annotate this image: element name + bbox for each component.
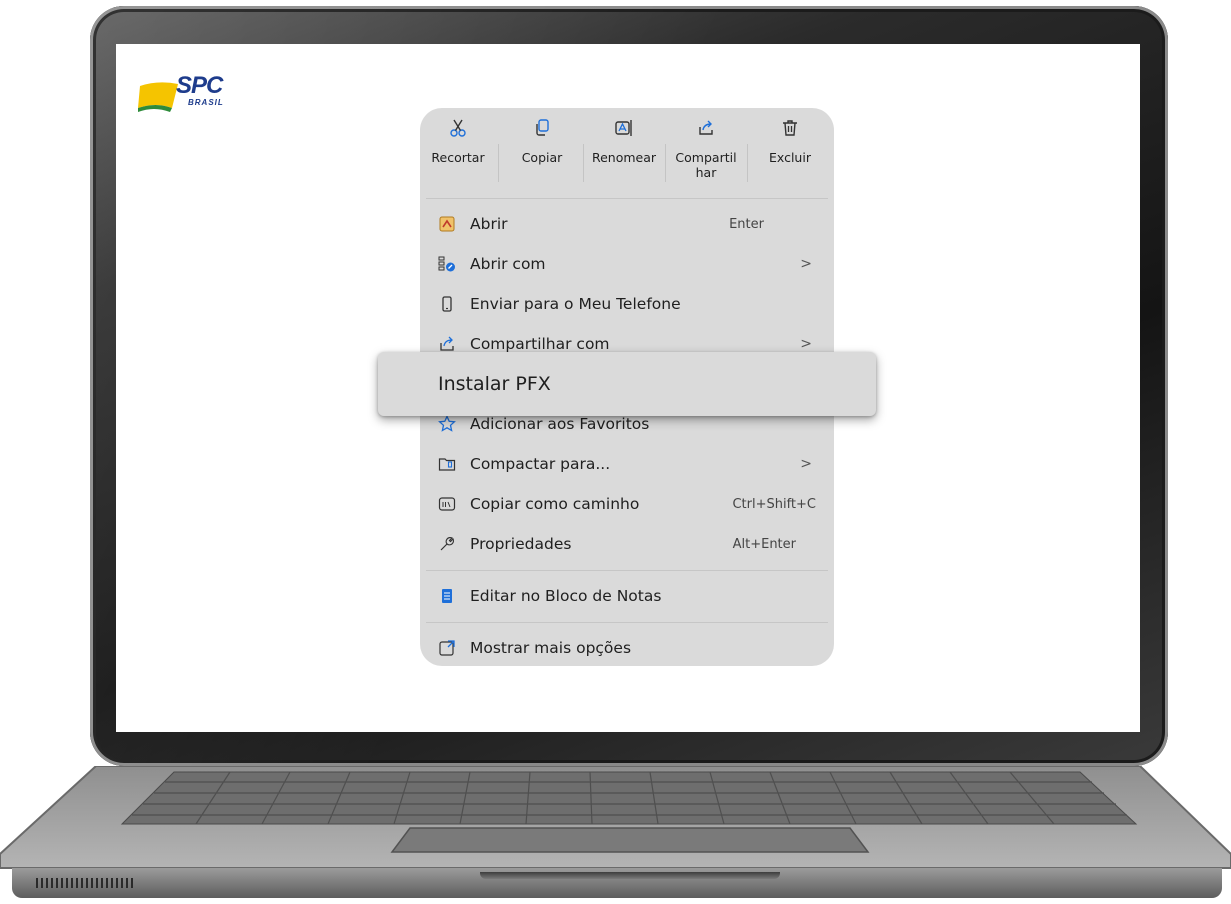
wrench-icon bbox=[436, 533, 458, 555]
menu-item-label: Editar no Bloco de Notas bbox=[470, 587, 662, 605]
menu-item-install-pfx[interactable]: Instalar PFX bbox=[378, 352, 876, 416]
notepad-icon bbox=[436, 585, 458, 607]
menu-divider bbox=[426, 622, 828, 623]
lid-notch bbox=[480, 872, 780, 879]
scissors-icon bbox=[420, 118, 496, 140]
logo-subtitle: BRASIL bbox=[188, 98, 224, 107]
rename-icon bbox=[586, 118, 662, 140]
toolbar-divider bbox=[583, 144, 584, 182]
rename-button[interactable]: Renomear bbox=[586, 118, 662, 192]
menu-item-show-more-options[interactable]: Mostrar mais opções bbox=[426, 630, 828, 666]
menu-item-label: Propriedades bbox=[470, 535, 572, 553]
more-options-icon bbox=[436, 637, 458, 659]
open-icon bbox=[436, 213, 458, 235]
open-with-icon bbox=[436, 253, 458, 275]
menu-item-label: Enviar para o Meu Telefone bbox=[470, 295, 681, 313]
copy-button[interactable]: Copiar bbox=[504, 118, 580, 192]
menu-item-label: Compartilhar com bbox=[470, 335, 610, 353]
submenu-chevron: > bbox=[800, 256, 812, 272]
submenu-chevron: > bbox=[800, 336, 812, 352]
trash-icon bbox=[752, 118, 828, 140]
shortcut-label: Enter bbox=[729, 216, 764, 232]
spc-brasil-logo: SPC BRASIL bbox=[138, 72, 248, 116]
menu-item-edit-notepad[interactable]: Editar no Bloco de Notas bbox=[426, 578, 828, 614]
menu-item-label: Copiar como caminho bbox=[470, 495, 640, 513]
phone-icon bbox=[436, 293, 458, 315]
rename-label: Renomear bbox=[591, 150, 657, 165]
menu-item-label: Abrir com bbox=[470, 255, 546, 273]
submenu-chevron: > bbox=[800, 456, 812, 472]
toolbar-divider bbox=[498, 144, 499, 182]
menu-item-copy-as-path[interactable]: Copiar como caminho Ctrl+Shift+C bbox=[426, 486, 828, 522]
menu-item-properties[interactable]: Propriedades Alt+Enter bbox=[426, 526, 828, 562]
menu-item-label: Mostrar mais opções bbox=[470, 639, 632, 657]
star-icon bbox=[436, 413, 458, 435]
touchpad bbox=[390, 827, 870, 853]
menu-item-compress[interactable]: Compactar para... > bbox=[426, 446, 828, 482]
cut-label: Recortar bbox=[431, 150, 485, 165]
menu-item-open[interactable]: Abrir Enter bbox=[426, 206, 828, 242]
menu-divider bbox=[426, 198, 828, 199]
share-label-line1: Compartil bbox=[675, 150, 737, 165]
context-menu-toolbar: Recortar Copiar Renomear Compartil har E… bbox=[420, 108, 834, 196]
shortcut-label: Ctrl+Shift+C bbox=[732, 496, 816, 512]
shortcut-label: Alt+Enter bbox=[732, 536, 796, 552]
menu-item-send-to-phone[interactable]: Enviar para o Meu Telefone bbox=[426, 286, 828, 322]
share-label-line2: har bbox=[695, 165, 717, 180]
share-icon bbox=[668, 118, 744, 140]
toolbar-divider bbox=[747, 144, 748, 182]
logo-swoosh-icon bbox=[138, 82, 178, 112]
delete-button[interactable]: Excluir bbox=[752, 118, 828, 192]
menu-item-label: Compactar para... bbox=[470, 455, 611, 473]
share-button[interactable]: Compartil har bbox=[668, 118, 744, 192]
laptop-screen: SPC BRASIL Recortar Copiar Renomear Comp… bbox=[116, 44, 1140, 732]
menu-item-label: Adicionar aos Favoritos bbox=[470, 415, 650, 433]
install-pfx-label: Instalar PFX bbox=[438, 373, 551, 395]
menu-item-open-with[interactable]: Abrir com > bbox=[426, 246, 828, 282]
cut-button[interactable]: Recortar bbox=[420, 118, 496, 192]
keyboard bbox=[120, 771, 1138, 825]
path-icon bbox=[436, 493, 458, 515]
zip-folder-icon bbox=[436, 453, 458, 475]
speaker-vent bbox=[36, 878, 136, 888]
logo-brand: SPC bbox=[176, 72, 223, 99]
copy-label: Copiar bbox=[521, 150, 563, 165]
menu-item-label: Abrir bbox=[470, 215, 508, 233]
toolbar-divider bbox=[665, 144, 666, 182]
menu-divider bbox=[426, 570, 828, 571]
delete-label: Excluir bbox=[769, 150, 811, 165]
copy-icon bbox=[504, 118, 580, 140]
